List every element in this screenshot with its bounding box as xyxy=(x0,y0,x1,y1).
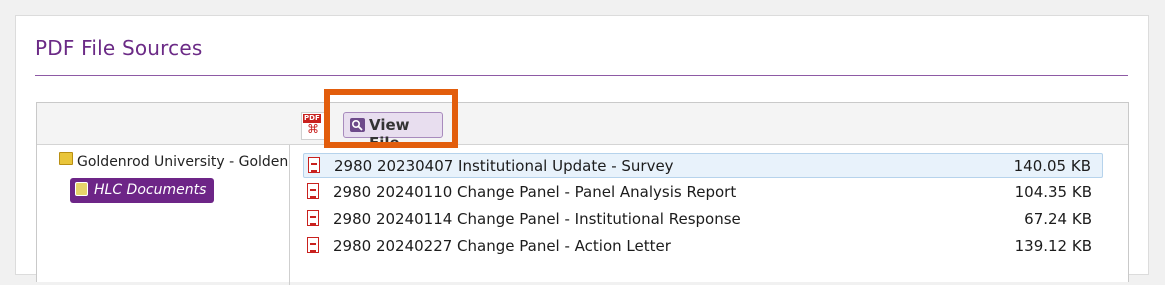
file-list: 2980 20230407 Institutional Update - Sur… xyxy=(290,145,1128,285)
folder-tree: Goldenrod University - Goldenrod HLC Doc… xyxy=(37,145,290,285)
pdf-file-icon xyxy=(308,157,320,173)
file-name: 2980 20240227 Change Panel - Action Lett… xyxy=(333,237,671,255)
acrobat-icon: ⌘ xyxy=(307,122,319,136)
file-row[interactable]: 2980 20230407 Institutional Update - Sur… xyxy=(303,153,1103,178)
pdf-file-icon xyxy=(307,210,319,226)
pdf-file-icon xyxy=(307,183,319,199)
tree-root-item[interactable]: Goldenrod University - Goldenrod xyxy=(59,152,290,170)
file-row[interactable]: 2980 20240114 Change Panel - Institution… xyxy=(303,207,1103,232)
folder-icon xyxy=(59,152,73,165)
view-file-button[interactable]: View File xyxy=(343,112,443,152)
file-toolbar: PDF ⌘ View File xyxy=(37,103,1128,152)
document-library-icon xyxy=(75,182,88,196)
file-name: 2980 20230407 Institutional Update - Sur… xyxy=(334,157,674,175)
file-row[interactable]: 2980 20240227 Change Panel - Action Lett… xyxy=(303,234,1103,259)
tree-root-label: Goldenrod University - Goldenrod xyxy=(77,154,290,170)
pdf-file-icon xyxy=(307,237,319,253)
tree-item-hlc-documents[interactable]: HLC Documents xyxy=(70,178,214,203)
title-divider xyxy=(35,75,1128,76)
file-row[interactable]: 2980 20240110 Change Panel - Panel Analy… xyxy=(303,180,1103,205)
file-size: 104.35 KB xyxy=(1014,183,1092,201)
file-name: 2980 20240110 Change Panel - Panel Analy… xyxy=(333,183,737,201)
panel-title: PDF File Sources xyxy=(35,36,203,60)
file-browser: PDF ⌘ View File Goldenrod University - G… xyxy=(36,102,1129,285)
file-size: 140.05 KB xyxy=(1013,157,1091,175)
file-size: 67.24 KB xyxy=(1024,210,1092,228)
pdf-file-sources-panel: PDF File Sources PDF ⌘ View File Goldenr… xyxy=(15,15,1149,285)
file-name: 2980 20240114 Change Panel - Institution… xyxy=(333,210,741,228)
tree-item-label: HLC Documents xyxy=(94,182,207,198)
file-size: 139.12 KB xyxy=(1014,237,1092,255)
magnifier-icon xyxy=(350,118,365,132)
pdf-icon[interactable]: PDF ⌘ xyxy=(301,112,325,140)
